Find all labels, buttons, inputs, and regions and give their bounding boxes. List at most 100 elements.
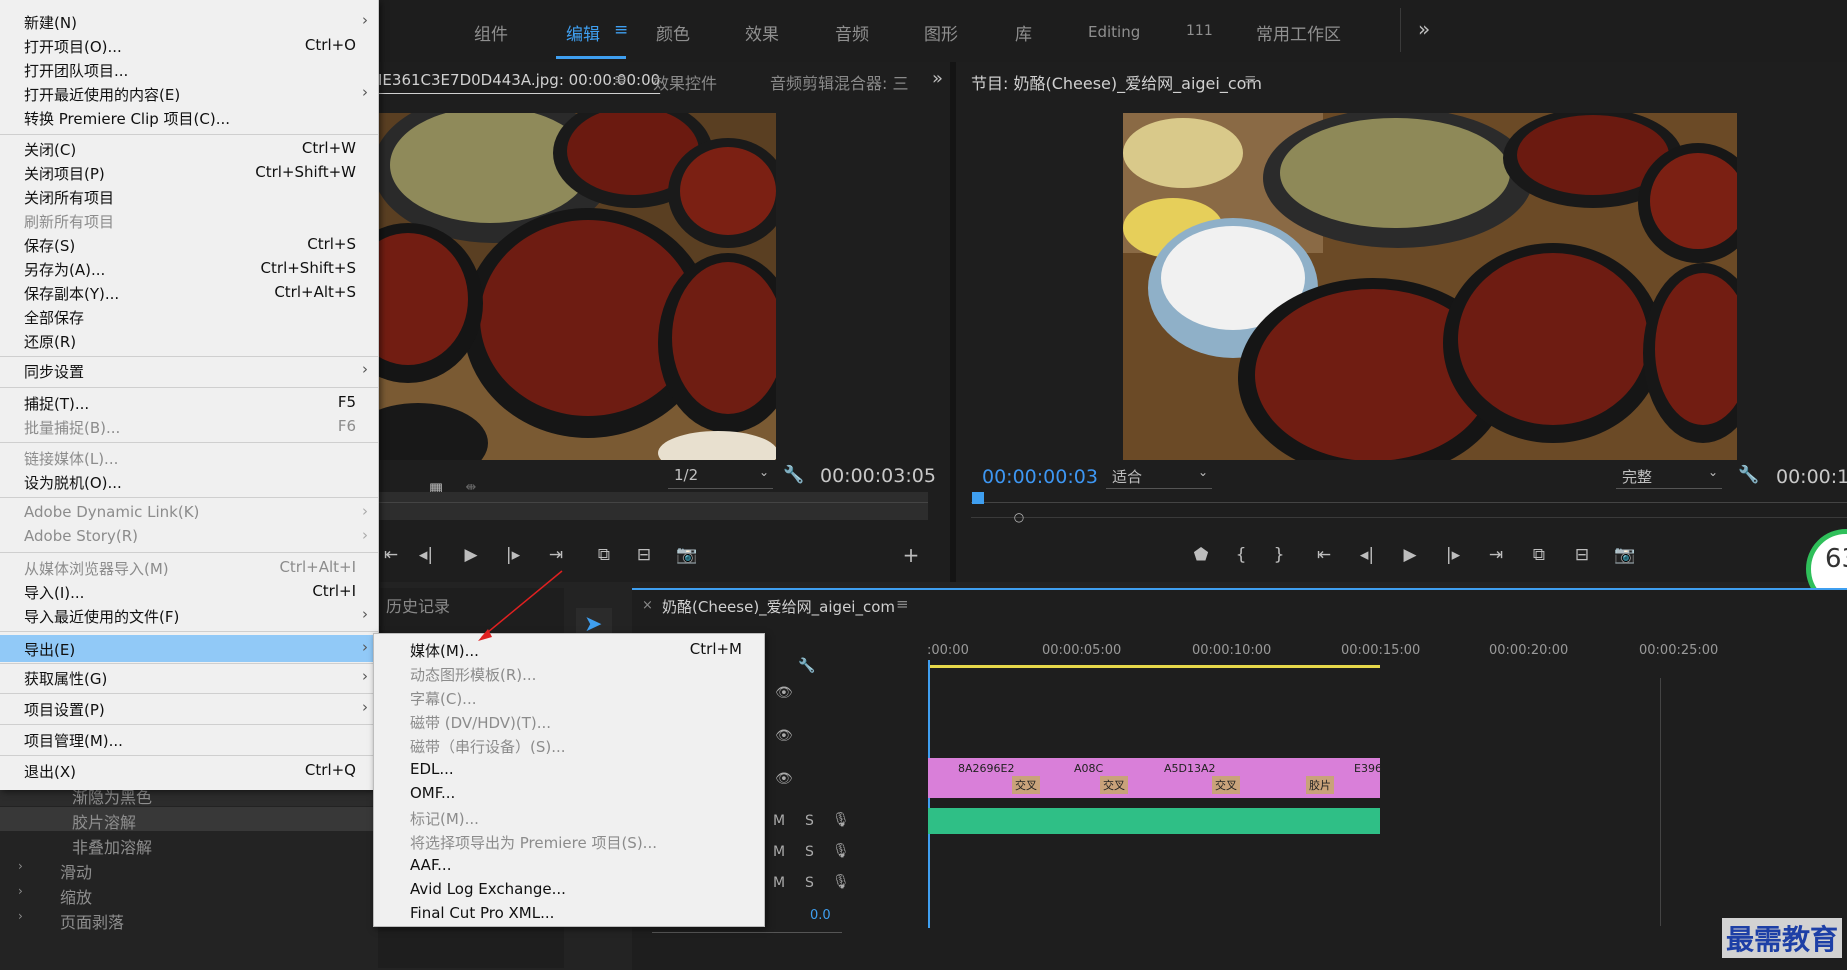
menu-item-open-team-project[interactable]: 打开团队项目... bbox=[0, 58, 378, 82]
effect-row-1[interactable]: 胶片溶解 bbox=[0, 807, 378, 832]
overwrite-clip-icon[interactable]: ⊟ bbox=[631, 542, 657, 568]
folder-page-peel[interactable]: 页面剥落 bbox=[60, 909, 124, 933]
program-fit-select[interactable]: 适合 ⌄ bbox=[1106, 465, 1212, 489]
program-title[interactable]: 节目: 奶酪(Cheese)_爱给网_aigei_com bbox=[971, 70, 1262, 94]
program-menu-icon[interactable]: ≡ bbox=[1244, 70, 1257, 88]
step-forward-frame-icon[interactable]: |▸ bbox=[1440, 542, 1466, 568]
program-timecode[interactable]: 00:00:00:03 bbox=[982, 466, 1098, 488]
mic-icon-a1[interactable]: 🎙 bbox=[832, 812, 850, 828]
video-clip-track[interactable]: 8A2696E2 A08C A5D13A2 E396 交叉 交叉 交叉 胶片 bbox=[928, 758, 1382, 798]
workspace-tab-assembly[interactable]: 组件 bbox=[474, 20, 508, 45]
menu-item-export[interactable]: 导出(E) › bbox=[0, 635, 378, 662]
workspace-tab-libraries[interactable]: 库 bbox=[1015, 20, 1032, 45]
menu-item-revert[interactable]: 还原(R) bbox=[0, 329, 378, 353]
export-frame-icon[interactable]: 📷 bbox=[674, 542, 700, 568]
audio-clip-track[interactable] bbox=[928, 808, 1380, 834]
export-frame-icon[interactable]: 📷 bbox=[1612, 542, 1638, 568]
menu-item-import[interactable]: 导入(I)... Ctrl+I bbox=[0, 580, 378, 604]
menu-item-close-project[interactable]: 关闭项目(P) Ctrl+Shift+W bbox=[0, 161, 378, 185]
track-eye-icon-v1[interactable]: 👁 bbox=[775, 771, 793, 787]
menu-item-capture[interactable]: 捕捉(T)... F5 bbox=[0, 391, 378, 415]
workspace-menu-icon[interactable]: ≡ bbox=[614, 20, 628, 40]
menu-item-project-settings[interactable]: 项目设置(P) › bbox=[0, 697, 378, 721]
solo-button-a1[interactable]: S bbox=[805, 813, 814, 829]
workspace-tab-audio[interactable]: 音频 bbox=[835, 20, 869, 45]
effect-non-additive-dissolve[interactable]: 非叠加溶解 bbox=[72, 834, 152, 858]
work-area-bar[interactable] bbox=[928, 665, 1380, 668]
lift-icon[interactable]: ⧉ bbox=[1526, 542, 1552, 568]
step-back-frame-icon[interactable]: ◂| bbox=[1354, 542, 1380, 568]
source-tab-menu-icon[interactable]: ≡ bbox=[614, 70, 627, 88]
go-to-in-icon[interactable]: ⇤ bbox=[1311, 542, 1337, 568]
transition-2[interactable]: 交叉 bbox=[1100, 776, 1128, 794]
menu-item-save-all[interactable]: 全部保存 bbox=[0, 305, 378, 329]
menu-item-make-offline[interactable]: 设为脱机(O)... bbox=[0, 470, 378, 494]
track-eye-icon-v2[interactable]: 👁 bbox=[775, 728, 793, 744]
wrench-icon[interactable]: 🔧 bbox=[798, 658, 815, 674]
source-timecode[interactable]: 00:00:03:05 bbox=[820, 465, 936, 487]
playhead-marker[interactable] bbox=[972, 492, 984, 504]
mute-button-a1[interactable]: M bbox=[773, 813, 785, 829]
track-zoom-bar[interactable] bbox=[652, 932, 842, 933]
menu-item-exit[interactable]: 退出(X) Ctrl+Q bbox=[0, 759, 378, 783]
workspace-tab-common[interactable]: 常用工作区 bbox=[1256, 20, 1341, 45]
timeline-close-icon[interactable]: × bbox=[642, 598, 653, 613]
menu-item-save-copy[interactable]: 保存副本(Y)... Ctrl+Alt+S bbox=[0, 281, 378, 305]
add-button-icon[interactable]: + bbox=[898, 542, 924, 568]
folder-slide[interactable]: 滑动 bbox=[60, 859, 92, 883]
source-overflow-icon[interactable]: » bbox=[932, 68, 943, 89]
menu-item-open-recent[interactable]: 打开最近使用的内容(E) › bbox=[0, 82, 378, 106]
master-volume[interactable]: 0.0 bbox=[810, 908, 831, 923]
step-back-frame-icon[interactable]: ◂| bbox=[413, 542, 439, 568]
menu-item-sync-settings[interactable]: 同步设置 › bbox=[0, 359, 378, 383]
program-scrub-bar[interactable] bbox=[971, 502, 1847, 503]
solo-button-a2[interactable]: S bbox=[805, 844, 814, 860]
solo-button-a3[interactable]: S bbox=[805, 875, 814, 891]
menu-item-save[interactable]: 保存(S) Ctrl+S bbox=[0, 233, 378, 257]
program-quality-select[interactable]: 完整 ⌄ bbox=[1616, 465, 1722, 489]
workspace-tab-editing-custom[interactable]: Editing bbox=[1088, 23, 1140, 41]
zoom-handle-icon[interactable]: ○ bbox=[1006, 504, 1032, 530]
track-eye-icon-v3[interactable]: 👁 bbox=[775, 685, 793, 701]
transition-1[interactable]: 交叉 bbox=[1012, 776, 1040, 794]
submenu-item-omf[interactable]: OMF... bbox=[374, 782, 764, 806]
submenu-item-fcp-xml[interactable]: Final Cut Pro XML... bbox=[374, 902, 764, 926]
add-marker-icon[interactable]: ⬟ bbox=[1188, 542, 1214, 568]
mark-in-icon[interactable]: { bbox=[1228, 542, 1254, 568]
workspace-tab-effects[interactable]: 效果 bbox=[745, 20, 779, 45]
menu-item-import-recent[interactable]: 导入最近使用的文件(F) › bbox=[0, 604, 378, 628]
workspace-tab-editing[interactable]: 编辑 bbox=[566, 20, 600, 45]
timeline-menu-icon[interactable]: ≡ bbox=[896, 595, 909, 613]
step-back-icon[interactable]: ⇤ bbox=[378, 542, 404, 568]
wrench-icon[interactable]: 🔧 bbox=[781, 462, 807, 488]
chevron-right-icon[interactable]: › bbox=[18, 884, 23, 898]
source-scrub-bar[interactable] bbox=[378, 492, 928, 520]
submenu-item-avid-log[interactable]: Avid Log Exchange... bbox=[374, 878, 764, 902]
program-zoom-bar[interactable] bbox=[971, 517, 1847, 518]
folder-zoom[interactable]: 缩放 bbox=[60, 884, 92, 908]
wrench-icon[interactable]: 🔧 bbox=[1736, 462, 1762, 488]
mic-icon-a2[interactable]: 🎙 bbox=[832, 843, 850, 859]
mark-out-icon[interactable]: } bbox=[1266, 542, 1292, 568]
workspace-overflow-icon[interactable]: » bbox=[1418, 17, 1430, 41]
insert-clip-icon[interactable]: ⧉ bbox=[591, 542, 617, 568]
menu-item-open-project[interactable]: 打开项目(O)... Ctrl+O bbox=[0, 34, 378, 58]
menu-item-get-properties[interactable]: 获取属性(G) › bbox=[0, 666, 378, 690]
workspace-tab-111[interactable]: 111 bbox=[1186, 23, 1213, 39]
timeline-tab[interactable]: 奶酪(Cheese)_爱给网_aigei_com bbox=[662, 596, 895, 617]
menu-item-close[interactable]: 关闭(C) Ctrl+W bbox=[0, 137, 378, 161]
extract-icon[interactable]: ⊟ bbox=[1569, 542, 1595, 568]
mic-icon-a3[interactable]: 🎙 bbox=[832, 874, 850, 890]
menu-item-save-as[interactable]: 另存为(A)... Ctrl+Shift+S bbox=[0, 257, 378, 281]
go-to-out-icon[interactable]: ⇥ bbox=[1483, 542, 1509, 568]
play-icon[interactable]: ▶ bbox=[1397, 542, 1423, 568]
chevron-right-icon[interactable]: › bbox=[18, 909, 23, 923]
transition-4[interactable]: 胶片 bbox=[1306, 776, 1334, 794]
effect-controls-tab[interactable]: 效果控件 bbox=[653, 70, 717, 94]
submenu-item-aaf[interactable]: AAF... bbox=[374, 854, 764, 878]
chevron-right-icon[interactable]: › bbox=[18, 859, 23, 873]
workspace-tab-graphics[interactable]: 图形 bbox=[924, 20, 958, 45]
transition-3[interactable]: 交叉 bbox=[1212, 776, 1240, 794]
mute-button-a3[interactable]: M bbox=[773, 875, 785, 891]
submenu-item-edl[interactable]: EDL... bbox=[374, 758, 764, 782]
